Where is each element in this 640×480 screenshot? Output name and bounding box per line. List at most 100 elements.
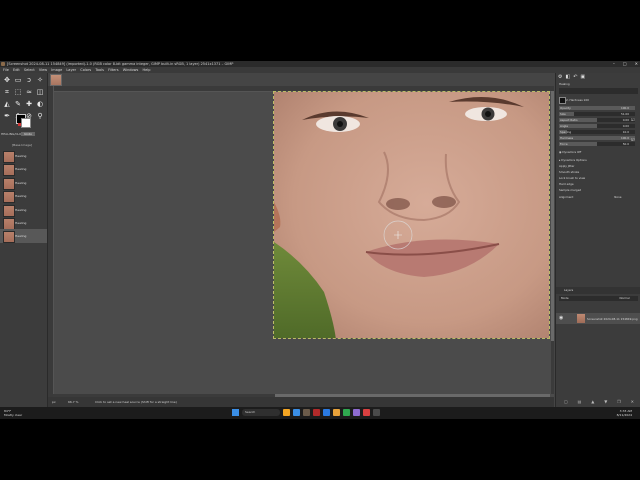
dynamics-link-icon[interactable]: ☑	[631, 137, 635, 142]
slider-label: Spacing	[560, 130, 572, 134]
menu-filters[interactable]: Filters	[108, 67, 119, 73]
sample-merged-checkbox[interactable]: Sample merged	[559, 188, 581, 192]
rect-select-icon[interactable]: ▭	[13, 75, 23, 85]
image-canvas[interactable]	[273, 91, 550, 339]
tab-layers[interactable]: Layers	[564, 288, 573, 292]
taskbar-app-icon[interactable]	[363, 409, 370, 416]
opacity-slider[interactable]: Opacity 100.0	[559, 106, 635, 110]
menu-colors[interactable]: Colors	[80, 67, 91, 73]
history-item[interactable]: Healing	[0, 149, 47, 163]
zoom-icon[interactable]: ⚲	[35, 111, 45, 121]
taskbar-app-icon[interactable]	[323, 409, 330, 416]
alignment-select[interactable]: None	[614, 195, 621, 199]
dock-tab-icons: ⚙ ◧ ↶ ▣	[558, 74, 585, 80]
duplicate-layer-icon[interactable]: ❐	[617, 399, 621, 404]
taskbar-app-icon[interactable]	[303, 409, 310, 416]
brush-link-icon[interactable]: ☑	[631, 117, 635, 122]
history-base-image[interactable]: [Base Image]	[12, 143, 32, 147]
taskbar-app-icon[interactable]	[343, 409, 350, 416]
undo-tab-icon[interactable]: ↶	[573, 74, 577, 80]
bucket-fill-icon[interactable]: ◭	[2, 99, 12, 109]
force-slider[interactable]: Force 50.0	[559, 142, 635, 146]
slider-value: 0.00	[622, 118, 629, 122]
new-group-icon[interactable]: ▤	[578, 399, 582, 404]
angle-slider[interactable]: Angle 0.00	[559, 124, 635, 128]
vertical-ruler[interactable]	[48, 86, 54, 397]
dock-tabs: HEALING/CLONING Undo	[0, 130, 47, 138]
paintbrush-icon[interactable]: ✎	[13, 99, 23, 109]
taskbar-app-icon[interactable]	[353, 409, 360, 416]
option-label: Dynamics Options	[561, 158, 587, 162]
dynamics-options-expander[interactable]: ▸ Dynamics Options	[559, 158, 587, 162]
unit-select[interactable]: px	[52, 397, 56, 407]
smooth-stroke-checkbox[interactable]: Smooth stroke	[559, 170, 579, 174]
lasso-icon[interactable]: ↄ	[24, 75, 34, 85]
cage-icon[interactable]: ◫	[35, 87, 45, 97]
fuzzy-select-icon[interactable]: ✧	[35, 75, 45, 85]
menu-image[interactable]: Image	[51, 67, 62, 73]
dynamics-select[interactable]: ◉ Dynamics Off	[559, 150, 581, 154]
history-label: Healing	[15, 207, 27, 212]
history-item[interactable]: Healing	[0, 189, 47, 204]
raise-layer-icon[interactable]: ▲	[591, 399, 594, 404]
delete-layer-icon[interactable]: ✕	[631, 399, 634, 404]
swap-colors-icon[interactable]	[18, 123, 21, 126]
history-item-selected[interactable]: Healing	[0, 229, 47, 244]
aspect-ratio-slider[interactable]: Aspect Ratio 0.00	[559, 118, 635, 122]
history-item[interactable]: Healing	[0, 203, 47, 217]
history-item[interactable]: Healing	[0, 176, 47, 190]
lower-layer-icon[interactable]: ▼	[604, 399, 607, 404]
face-photo	[274, 92, 549, 338]
history-label: Healing	[15, 180, 27, 185]
dodge-icon[interactable]: ◐	[35, 99, 45, 109]
scroll-thumb[interactable]	[551, 91, 554, 341]
layer-mode-label: Mode	[561, 296, 569, 300]
brush-preview[interactable]	[559, 97, 566, 104]
taskbar-app-icon[interactable]	[283, 409, 290, 416]
mode-select[interactable]	[559, 88, 638, 94]
move-icon[interactable]: ✥	[2, 75, 12, 85]
apply-jitter-checkbox[interactable]: Apply Jitter	[559, 164, 574, 168]
menu-tools[interactable]: Tools	[95, 67, 104, 73]
taskbar-app-icon[interactable]	[293, 409, 300, 416]
lock-brush-checkbox[interactable]: Lock brush to view	[559, 176, 585, 180]
taskbar-app-icon[interactable]	[373, 409, 380, 416]
layer-name[interactable]: Screenshot 2024-08-11 154849.png	[587, 317, 638, 321]
spacing-slider[interactable]: Spacing 10.0	[559, 130, 635, 134]
weather-widget[interactable]: 84°F Mostly clear	[4, 409, 22, 417]
image-tab-thumbnail[interactable]	[50, 74, 62, 86]
menu-layer[interactable]: Layer	[66, 67, 76, 73]
unified-transform-icon[interactable]: ⬚	[13, 87, 23, 97]
images-tab-icon[interactable]: ▣	[580, 74, 585, 80]
history-item[interactable]: Healing	[0, 162, 47, 177]
hardness-slider[interactable]: Hardness 100.0	[559, 136, 635, 140]
tool-options-tab-icon[interactable]: ⚙	[558, 74, 562, 80]
heal-icon[interactable]: ✚	[24, 99, 34, 109]
menu-help[interactable]: Help	[142, 67, 150, 73]
tab-undo-history[interactable]: Undo	[21, 132, 35, 136]
layer-mode-row[interactable]: Mode Normal	[559, 296, 638, 301]
taskbar-app-icon[interactable]	[333, 409, 340, 416]
menu-windows[interactable]: Windows	[123, 67, 139, 73]
history-thumbnail	[3, 164, 15, 177]
layer-item[interactable]: ◉ Screenshot 2024-08-11 154849.png	[556, 313, 640, 324]
paths-icon[interactable]: ✒	[2, 111, 12, 121]
size-slider[interactable]: Size 51.00	[559, 112, 635, 116]
eye-icon[interactable]: ◉	[559, 316, 563, 321]
warp-icon[interactable]: ≈	[24, 87, 34, 97]
background-color[interactable]	[21, 118, 31, 128]
system-clock[interactable]: 3:33 AM 8/11/2024	[617, 409, 632, 417]
taskbar-app-icon[interactable]	[313, 409, 320, 416]
crop-icon[interactable]: ⌗	[2, 87, 12, 97]
history-thumbnail	[3, 177, 15, 190]
slider-value: 0.00	[622, 124, 629, 128]
slider-value: 100.0	[620, 106, 629, 110]
vertical-scrollbar[interactable]	[551, 91, 554, 394]
device-status-tab-icon[interactable]: ◧	[565, 74, 570, 80]
history-item[interactable]: Healing	[0, 216, 47, 230]
windows-start-icon[interactable]	[232, 409, 239, 416]
hard-edge-checkbox[interactable]: Hard edge	[559, 182, 574, 186]
zoom-select[interactable]: 66.7 %	[68, 397, 78, 407]
taskbar-search[interactable]: Search	[242, 409, 280, 416]
new-layer-icon[interactable]: ▢	[564, 399, 568, 404]
